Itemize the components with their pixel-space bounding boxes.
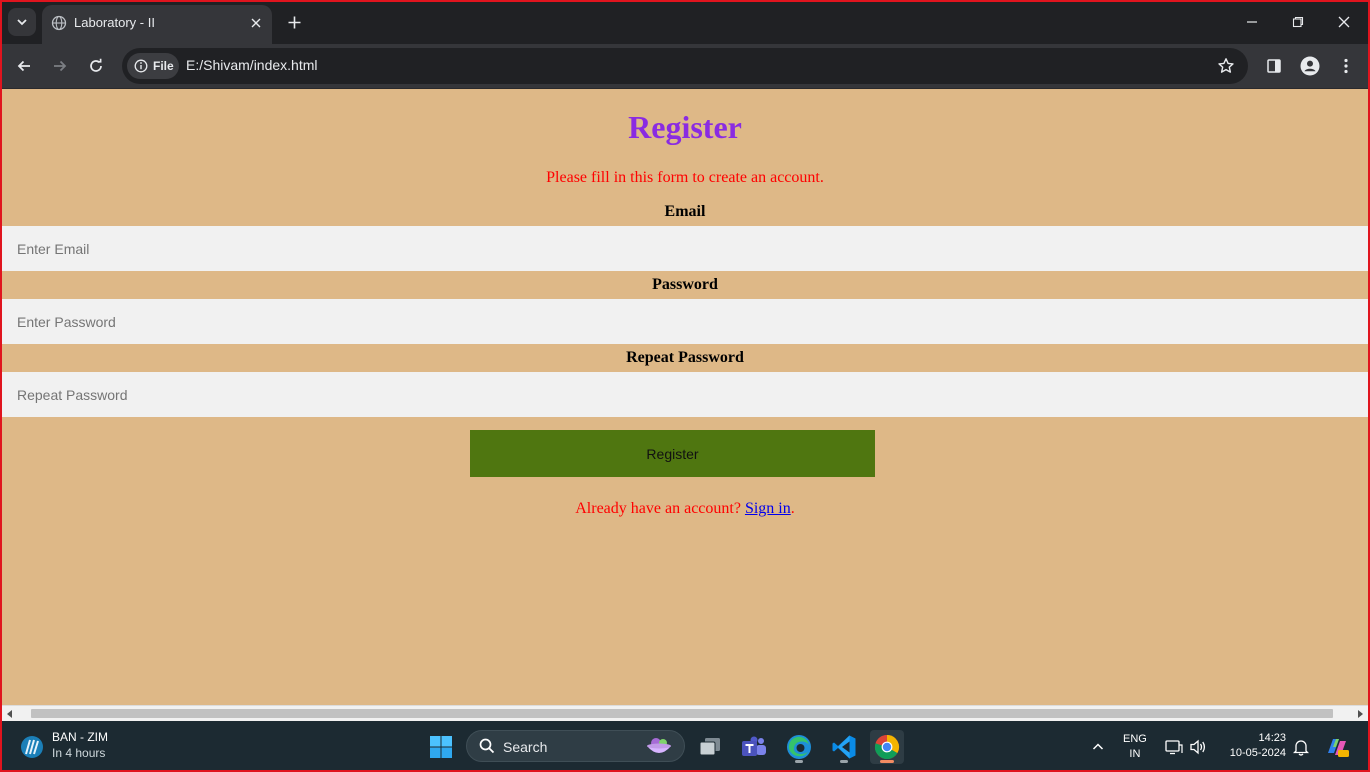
minimize-icon [1247,21,1257,23]
chevron-up-icon [1092,743,1104,750]
search-label: Search [503,739,548,755]
network-button[interactable] [1161,730,1187,764]
profile-button[interactable] [1296,52,1324,80]
vscode-icon [832,735,856,759]
cricket-icon [21,736,43,758]
page-content: Register Please fill in this form to cre… [0,89,1370,705]
password-label: Password [652,276,718,293]
star-icon [1218,58,1234,73]
task-view-icon [699,738,720,756]
teams-icon [742,736,766,756]
widget-subtitle: In 4 hours [52,746,106,760]
side-panel-button[interactable] [1260,52,1288,80]
restore-button[interactable] [1275,6,1321,38]
email-field[interactable] [2,226,1368,271]
minimize-button[interactable] [1229,6,1275,38]
bookmark-button[interactable] [1216,56,1236,76]
side-panel-icon [1267,59,1281,73]
browser-tab[interactable]: Laboratory - II [42,5,272,44]
language-indicator[interactable]: ENG IN [1123,732,1147,762]
repeat-password-field[interactable] [2,372,1368,417]
horizontal-scrollbar[interactable] [0,705,1370,721]
caret-left-icon [7,710,12,718]
edge-running-indicator [795,760,803,763]
close-window-button[interactable] [1321,6,1367,38]
back-button[interactable] [10,52,38,80]
menu-button[interactable] [1332,52,1360,80]
reload-button[interactable] [82,52,110,80]
more-vertical-icon [1344,58,1348,74]
search-icon [479,738,495,754]
tab-close-button[interactable] [246,13,266,33]
forward-button[interactable] [46,52,74,80]
chrome-button[interactable] [870,730,904,764]
taskbar: BAN - ZIM In 4 hours Search ENG IN 14:23… [0,721,1370,772]
chrome-icon [874,735,900,760]
widget-title: BAN - ZIM [52,730,108,744]
tab-search-button[interactable] [8,8,36,36]
start-button[interactable] [424,730,458,764]
scroll-left-button[interactable] [5,709,15,719]
address-bar[interactable]: File E:/Shivam/index.html [122,48,1248,84]
profile-icon [1300,56,1320,76]
clock-date: 10-05-2024 [1229,747,1286,759]
site-info-label: File [153,59,174,73]
chevron-down-icon [17,19,27,26]
teams-button[interactable] [737,730,771,764]
tab-strip: Laboratory - II [0,0,1370,44]
caret-right-icon [1358,710,1363,718]
reload-icon [90,58,102,72]
scrollbar-thumb[interactable] [31,709,1333,718]
signin-prompt-text: Already have an account? [575,500,745,517]
password-field[interactable] [2,299,1368,344]
search-highlight-icon [647,738,671,753]
tab-title: Laboratory - II [74,15,155,30]
globe-icon [51,15,67,31]
signin-link[interactable]: Sign in [745,500,791,517]
email-label: Email [664,203,706,220]
signin-suffix: . [790,500,795,517]
plus-icon [288,16,300,28]
volume-icon [1190,739,1206,755]
network-icon [1165,740,1183,755]
taskbar-search[interactable]: Search [466,730,685,762]
windows-icon [430,736,452,758]
tray-overflow-button[interactable] [1081,730,1115,764]
bell-icon [1293,740,1309,756]
form-subtitle: Please fill in this form to create an ac… [546,169,824,186]
new-tab-button[interactable] [283,11,305,33]
close-icon [1338,16,1350,28]
volume-button[interactable] [1185,730,1211,764]
language-secondary: IN [1129,748,1141,760]
info-icon [134,59,148,73]
vscode-running-indicator [840,760,848,763]
scroll-right-button[interactable] [1355,709,1365,719]
restore-icon [1292,16,1304,28]
register-button[interactable]: Register [470,430,875,477]
chrome-running-indicator [880,760,894,763]
close-icon [251,18,261,28]
language-primary: ENG [1123,733,1147,745]
site-info-chip[interactable]: File [127,53,179,79]
page-title: Register [628,109,742,145]
copilot-button[interactable] [1320,730,1354,764]
clock[interactable]: 14:23 10-05-2024 [1216,731,1286,761]
browser-toolbar: File E:/Shivam/index.html [0,44,1370,89]
repeat-password-label: Repeat Password [626,349,744,366]
task-view-button[interactable] [693,730,727,764]
edge-icon [787,735,811,759]
url-text[interactable]: E:/Shivam/index.html [186,57,318,73]
signin-prompt: Already have an account? Sign in. [0,500,1370,518]
arrow-left-icon [17,60,30,72]
arrow-right-icon [54,60,67,72]
vscode-button[interactable] [827,730,861,764]
edge-button[interactable] [782,730,816,764]
notifications-button[interactable] [1289,730,1313,764]
clock-time: 14:23 [1258,732,1286,744]
copilot-icon [1328,739,1349,757]
